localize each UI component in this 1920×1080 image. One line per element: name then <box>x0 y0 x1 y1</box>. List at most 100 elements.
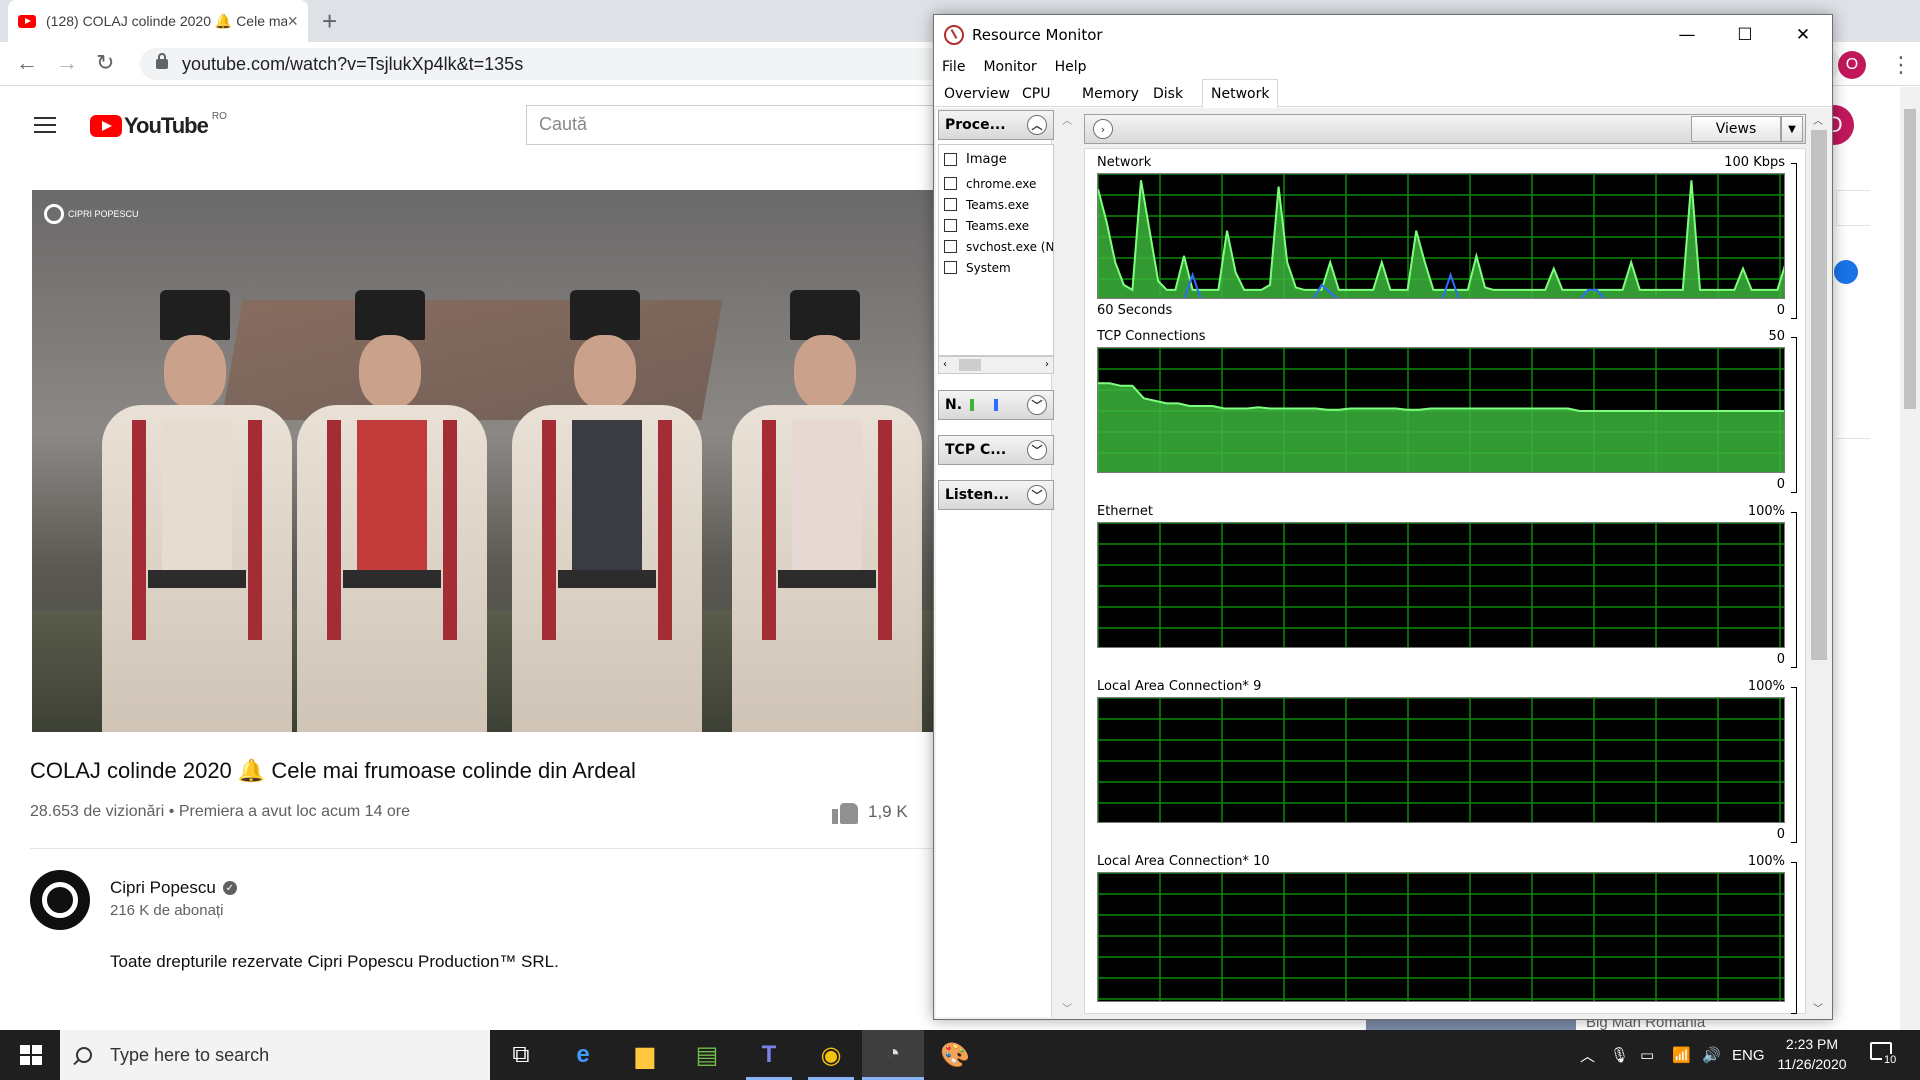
resmon-titlebar[interactable]: Resource Monitor — ☐ ✕ <box>934 15 1832 55</box>
youtube-favicon-icon <box>18 14 36 28</box>
graph-max-label: 100% <box>1747 679 1785 694</box>
browser-tab[interactable]: (128) COLAJ colinde 2020 🔔 Cele mai frum… <box>8 0 308 42</box>
graph-min-label: 0 <box>1776 477 1785 492</box>
sheet-app-icon[interactable]: ▤ <box>676 1030 738 1080</box>
views-button[interactable]: Views <box>1691 116 1781 142</box>
video-singer-1 <box>102 290 292 732</box>
browser-profile-avatar[interactable]: O <box>1838 51 1866 79</box>
close-button[interactable]: ✕ <box>1774 15 1832 55</box>
menu-monitor[interactable]: Monitor <box>983 59 1036 75</box>
windows-start-icon[interactable] <box>20 1045 42 1065</box>
graph-area: Network 100 Kbps 60 Seconds 0 TCP Connec… <box>1084 148 1806 1014</box>
expand-chevron-icon[interactable]: ﹀ <box>1027 485 1047 505</box>
search-icon <box>76 1047 92 1063</box>
left-panel: Proce... ︿ Image chrome.exe Teams.exe Te… <box>936 110 1054 1017</box>
thumbs-up-icon <box>832 800 858 824</box>
taskbar-search-box[interactable]: Type here to search <box>60 1030 490 1080</box>
task-view-icon[interactable]: ⧉ <box>490 1030 552 1080</box>
youtube-search-input[interactable]: Caută <box>526 105 946 145</box>
clock-date: 11/26/2020 <box>1777 1056 1847 1072</box>
microphone-icon[interactable]: 🎙 <box>1610 1030 1629 1080</box>
ethernet-graph: Ethernet 100% 0 <box>1097 504 1797 668</box>
listening-ports-section-header[interactable]: Listen... ﹀ <box>938 480 1054 510</box>
menu-file[interactable]: File <box>942 59 965 75</box>
video-meta: 28.653 de vizionări • Premiera a avut lo… <box>30 803 411 820</box>
graph-title: Local Area Connection* 10 <box>1097 854 1270 869</box>
process-row[interactable]: System <box>939 257 1053 278</box>
process-checkbox[interactable] <box>944 177 957 190</box>
select-all-checkbox[interactable] <box>944 152 957 166</box>
teams-icon[interactable]: T <box>738 1030 800 1080</box>
process-row[interactable]: Teams.exe <box>939 215 1053 236</box>
forward-icon[interactable]: → <box>56 50 78 76</box>
process-row[interactable]: svchost.exe (Ne <box>939 236 1053 257</box>
region-label: RO <box>211 110 227 122</box>
tab-close-icon[interactable]: × <box>287 11 298 32</box>
process-checkbox[interactable] <box>944 198 957 211</box>
tab-network[interactable]: Network <box>1202 79 1279 108</box>
collapse-chevron-icon[interactable]: ︿ <box>1027 115 1047 135</box>
sidebar-divider <box>1836 438 1870 439</box>
process-checkbox[interactable] <box>944 261 957 274</box>
video-singer-2 <box>297 290 487 732</box>
maximize-button[interactable]: ☐ <box>1716 15 1774 55</box>
left-panel-scrollbar[interactable]: ︿ ﹀ <box>1056 108 1078 1019</box>
reload-icon[interactable]: ↻ <box>96 50 114 76</box>
verified-check-icon: ✓ <box>222 881 237 895</box>
battery-icon[interactable]: ▭ <box>1640 1030 1654 1080</box>
resource-monitor-window: Resource Monitor — ☐ ✕ File Monitor Help… <box>933 14 1833 1020</box>
minimize-button[interactable]: — <box>1658 15 1716 55</box>
expand-right-chevron-icon[interactable]: › <box>1093 119 1113 139</box>
volume-icon[interactable]: 🔊 <box>1702 1030 1721 1080</box>
wifi-icon[interactable]: 📶 <box>1672 1030 1691 1080</box>
graph-min-label: 0 <box>1776 652 1785 667</box>
tcp-connections-section-header[interactable]: TCP C... ﹀ <box>938 435 1054 465</box>
tab-cpu[interactable]: CPU <box>1022 86 1050 102</box>
process-row[interactable]: chrome.exe <box>939 173 1053 194</box>
subscriber-count: 216 K de abonați <box>110 902 224 919</box>
chrome-icon[interactable]: ◉ <box>800 1030 862 1080</box>
language-indicator[interactable]: ENG <box>1732 1030 1765 1080</box>
channel-name[interactable]: Cipri Popescu ✓ <box>110 878 237 898</box>
tab-disk[interactable]: Disk <box>1153 86 1183 102</box>
process-row[interactable]: Teams.exe <box>939 194 1053 215</box>
taskbar-clock[interactable]: 2:23 PM 11/26/2020 <box>1762 1034 1862 1074</box>
graph-max-label: 50 <box>1768 329 1785 344</box>
show-hidden-icons[interactable]: ︿ <box>1580 1030 1595 1080</box>
clock-time: 2:23 PM <box>1785 1036 1839 1052</box>
browser-menu-icon[interactable]: ⋮ <box>1890 52 1912 78</box>
tab-title: (128) COLAJ colinde 2020 🔔 Cele mai frum… <box>46 12 288 29</box>
channel-watermark-icon <box>44 204 64 224</box>
file-explorer-icon[interactable]: ▆ <box>614 1030 676 1080</box>
youtube-logo[interactable]: YouTube RO <box>90 110 227 139</box>
resource-monitor-taskbar-icon[interactable]: ◔ <box>862 1030 924 1080</box>
process-list-hscrollbar[interactable]: ‹ › <box>938 356 1054 374</box>
like-button[interactable]: 1,9 K <box>832 800 908 824</box>
network-activity-section-header[interactable]: N. ﹀ <box>938 390 1054 420</box>
page-scrollbar[interactable] <box>1900 87 1920 1030</box>
processes-section-header[interactable]: Proce... ︿ <box>938 110 1054 140</box>
notification-count: 10 <box>1882 1054 1899 1066</box>
graph-max-label: 100 Kbps <box>1724 155 1785 170</box>
process-checkbox[interactable] <box>944 219 957 232</box>
graphs-scrollbar[interactable]: ︿ ﹀ <box>1808 108 1830 1019</box>
new-tab-icon[interactable]: + <box>322 6 337 37</box>
menu-help[interactable]: Help <box>1055 59 1087 75</box>
premiere-info: Premiera a avut loc acum 14 ore <box>178 803 411 820</box>
graph-time-label: 60 Seconds <box>1097 303 1173 318</box>
back-icon[interactable]: ← <box>16 50 38 76</box>
expand-chevron-icon[interactable]: ﹀ <box>1027 395 1047 415</box>
process-checkbox[interactable] <box>944 240 957 253</box>
expand-chevron-icon[interactable]: ﹀ <box>1027 440 1047 460</box>
video-player[interactable]: CIPRI POPESCU <box>32 190 942 732</box>
tab-overview[interactable]: Overview <box>944 86 1010 102</box>
sidebar-blue-dot-icon[interactable] <box>1834 260 1858 284</box>
process-list-header[interactable]: Image <box>939 145 1053 173</box>
tab-memory[interactable]: Memory <box>1082 86 1139 102</box>
view-count: 28.653 de vizionări <box>30 803 165 820</box>
channel-avatar[interactable] <box>30 870 90 930</box>
views-dropdown-icon[interactable]: ▼ <box>1781 116 1803 142</box>
paint-icon[interactable]: 🎨 <box>924 1030 986 1080</box>
hamburger-menu-icon[interactable] <box>34 117 56 138</box>
edge-icon[interactable]: e <box>552 1030 614 1080</box>
